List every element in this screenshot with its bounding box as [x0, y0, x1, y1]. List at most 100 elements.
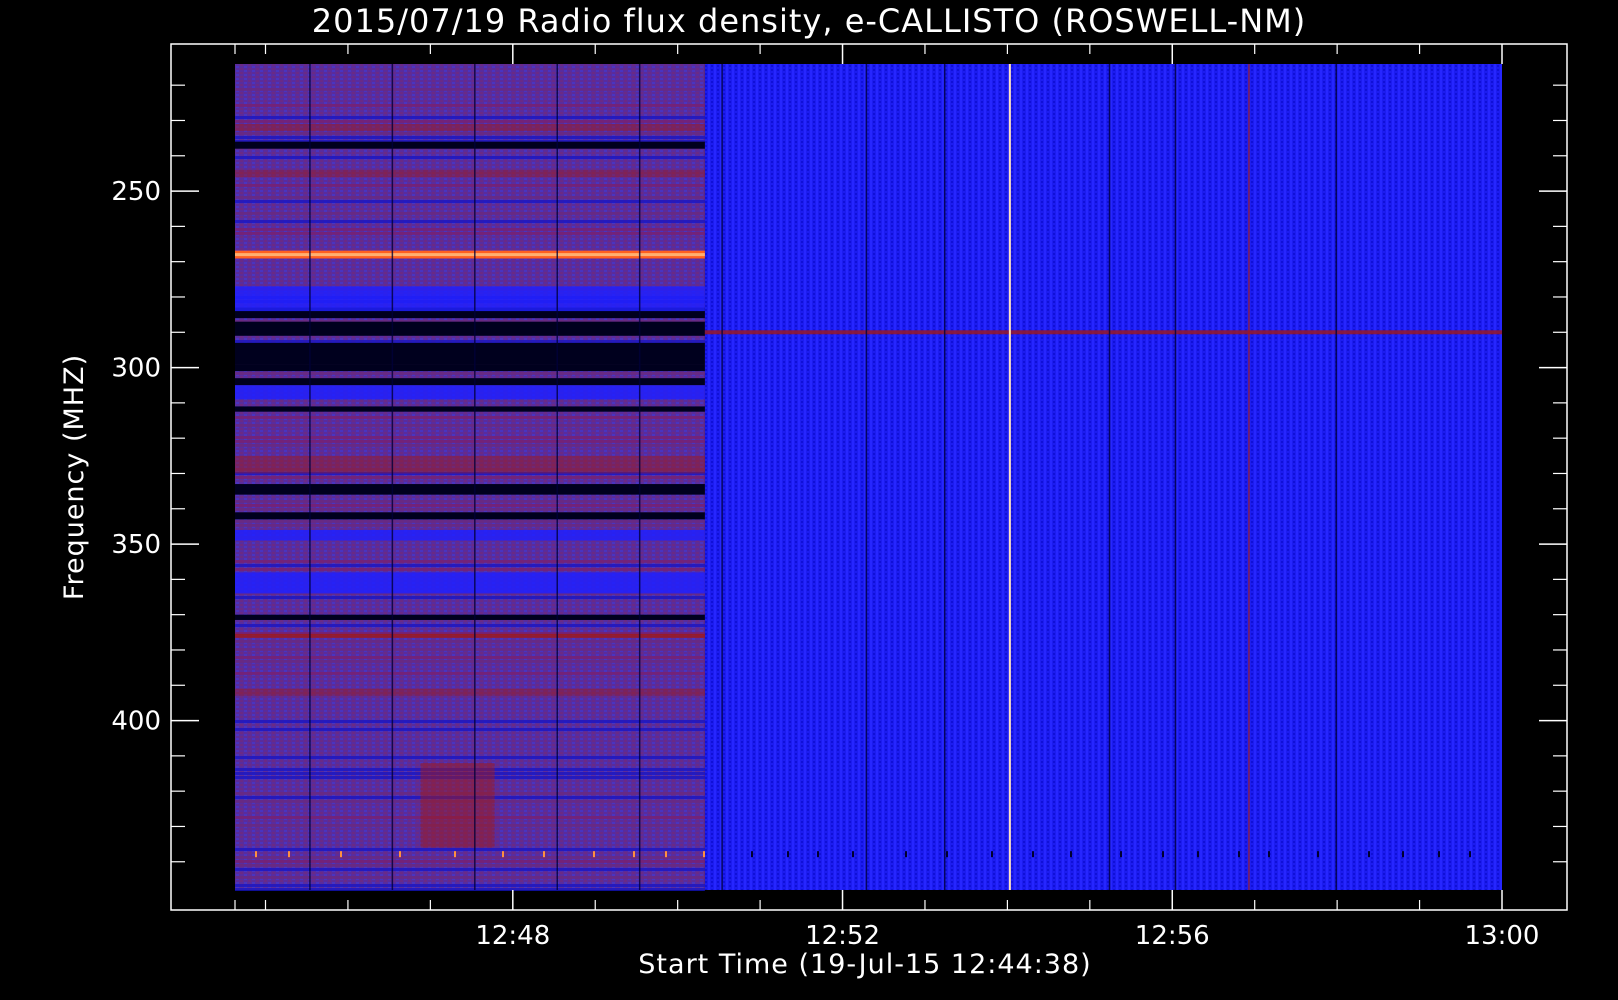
spectral-row [235, 196, 705, 199]
rfi-dot [1120, 851, 1122, 858]
sweep-boundary [1335, 64, 1337, 890]
rfi-dot [991, 851, 993, 858]
rfi-dot [593, 851, 595, 858]
sweep-boundary [943, 64, 946, 890]
rfi-dot [1070, 851, 1072, 858]
rfi-dot [1197, 851, 1199, 858]
spectral-row [235, 116, 705, 119]
rfi-dot [1368, 851, 1370, 858]
spectral-row [235, 476, 705, 479]
rfi-dot [1317, 851, 1319, 858]
spectral-row [235, 416, 705, 419]
spectral-row [235, 564, 705, 567]
rfi-dot [665, 851, 667, 858]
broadband-spike [1247, 64, 1250, 890]
spectral-row [235, 132, 705, 135]
spectral-row [235, 444, 705, 447]
spectral-row [235, 520, 705, 523]
spectral-row [235, 728, 705, 731]
spectral-row [235, 660, 705, 663]
spectral-row [235, 424, 705, 427]
flux-patch [420, 762, 495, 848]
absorption-band [235, 484, 705, 495]
absorption-band [235, 342, 705, 365]
spectral-row [235, 640, 705, 643]
spectral-row [235, 868, 705, 871]
spectral-row [235, 524, 705, 527]
absorption-band [235, 364, 705, 372]
rfi-dot [946, 851, 948, 858]
spectrogram-region-late [704, 64, 1502, 890]
low-flux-band [235, 385, 705, 400]
spectral-row [235, 440, 705, 443]
sweep-boundary [865, 64, 868, 890]
spectral-row [235, 888, 705, 891]
spectral-row [235, 884, 705, 887]
spectrogram-chart: 2015/07/19 Radio flux density, e-CALLIST… [59, 2, 1568, 980]
spectrogram-image [235, 64, 1502, 891]
rfi-dot [1238, 851, 1240, 858]
spectral-row [235, 156, 705, 159]
x-axis-title: Start Time (19-Jul-15 12:44:38) [638, 949, 1091, 980]
spectral-row [235, 232, 705, 235]
spectral-row [235, 88, 705, 91]
low-flux-band [235, 572, 705, 594]
emission-band [704, 330, 1502, 335]
spectral-row [235, 184, 705, 187]
spectral-row [235, 756, 705, 759]
rfi-dot [454, 851, 456, 858]
sweep-boundary [638, 64, 641, 890]
rfi-dot [633, 851, 635, 858]
spectral-row [235, 624, 705, 627]
broadband-spike [1008, 64, 1011, 890]
spectral-row [235, 656, 705, 659]
spectral-row [235, 200, 705, 203]
rfi-dot [787, 851, 789, 858]
spectral-row [235, 372, 705, 375]
absorption-band [235, 614, 705, 620]
rfi-dot [751, 851, 753, 858]
spectral-row [235, 864, 705, 867]
rfi-dot [340, 851, 342, 858]
x-tick-label: 12:56 [1135, 921, 1210, 951]
spectral-row [235, 436, 705, 439]
absorption-band [235, 378, 705, 386]
rfi-dot [399, 851, 401, 858]
low-flux-band [235, 286, 705, 312]
rfi-dot [817, 851, 819, 858]
spectral-row [235, 136, 705, 139]
rfi-dot [255, 851, 257, 858]
sweep-boundary [474, 64, 476, 890]
absorption-band [235, 141, 705, 149]
rfi-dot [288, 851, 290, 858]
spectral-row [235, 104, 705, 107]
absorption-band [235, 406, 705, 412]
elevated-flux-band [235, 169, 705, 177]
spectral-row [235, 220, 705, 223]
absorption-band [235, 512, 705, 520]
sweep-boundary [309, 64, 311, 890]
sweep-boundary [1174, 64, 1177, 890]
elevated-flux-band [235, 124, 705, 132]
spectral-row [235, 504, 705, 507]
y-tick-label: 300 [111, 354, 161, 384]
rfi-dot [543, 851, 545, 858]
spectral-row [235, 568, 705, 571]
rfi-dot [1162, 851, 1164, 858]
spectral-row [235, 560, 705, 563]
spectral-row [235, 120, 705, 123]
rfi-dot [502, 851, 504, 858]
chart-title: 2015/07/19 Radio flux density, e-CALLIST… [312, 2, 1306, 40]
emission-band [235, 633, 705, 638]
spectral-row [235, 596, 705, 599]
rfi-dot [1402, 851, 1404, 858]
spectral-row [235, 340, 705, 343]
x-tick-label: 13:00 [1465, 921, 1540, 951]
spectral-row [235, 212, 705, 215]
elevated-flux-band [235, 455, 705, 474]
y-tick-label: 400 [111, 707, 161, 737]
rfi-dot [1268, 851, 1270, 858]
rfi-dot [1032, 851, 1034, 858]
spectral-row [235, 720, 705, 723]
rfi-dot [703, 851, 705, 858]
